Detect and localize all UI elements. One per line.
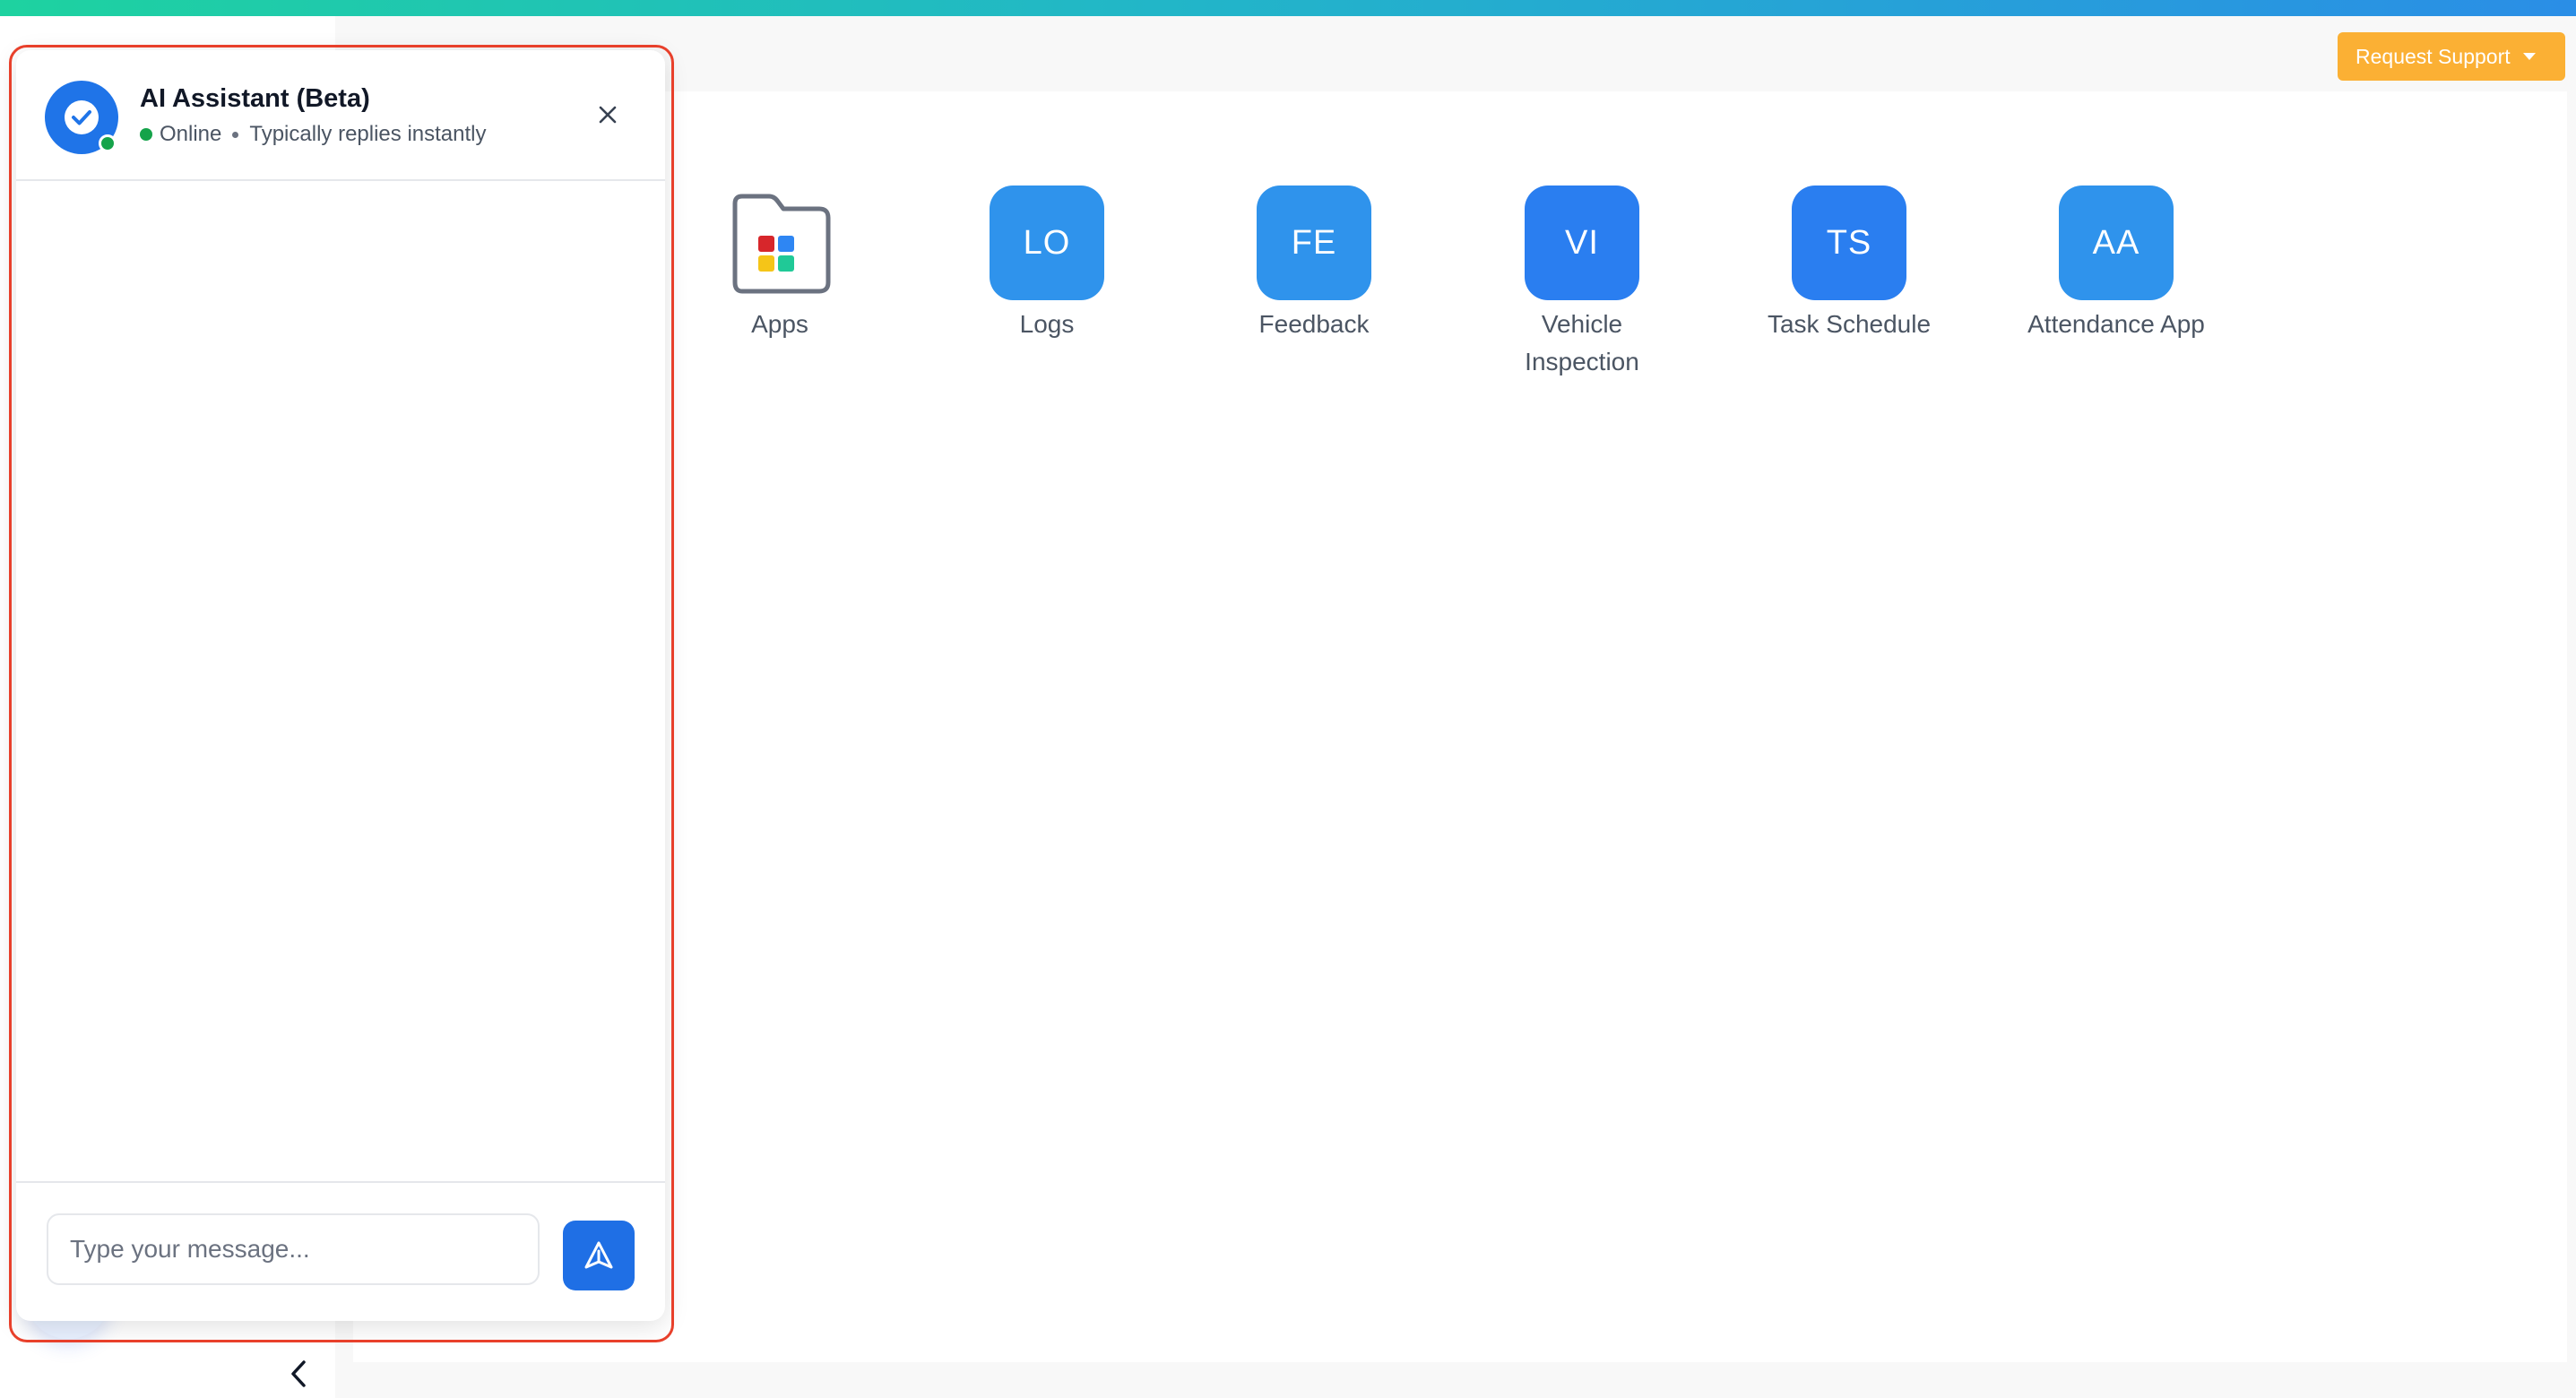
- online-indicator: [99, 134, 117, 152]
- folder-icon: [722, 186, 837, 300]
- sidebar-collapse-button[interactable]: [283, 1351, 314, 1396]
- app-icon-logs: LO: [990, 186, 1104, 300]
- app-icon-task-schedule: TS: [1792, 186, 1906, 300]
- status-detail: Typically replies instantly: [249, 122, 487, 146]
- close-chat-button[interactable]: [590, 97, 626, 133]
- app-tile-feedback[interactable]: FE Feedback: [1206, 186, 1422, 343]
- header-bar: [335, 16, 2576, 91]
- app-tile-task-schedule[interactable]: TS Task Schedule: [1742, 186, 1957, 343]
- send-button[interactable]: [563, 1221, 635, 1290]
- app-initials: AA: [2092, 223, 2140, 262]
- chat-messages-area: [16, 183, 665, 1228]
- app-initials: FE: [1291, 223, 1337, 262]
- status-text: Online: [160, 122, 222, 146]
- app-initials: VI: [1565, 223, 1599, 262]
- message-input[interactable]: [47, 1213, 540, 1285]
- app-tile-label: Attendance App: [2027, 310, 2205, 338]
- chat-input-bar: [16, 1181, 665, 1321]
- app-icon-vehicle-inspection: VI: [1525, 186, 1639, 300]
- ai-assistant-chat-panel: AI Assistant (Beta) Online Typically rep…: [16, 50, 665, 1321]
- app-initials: LO: [1023, 223, 1071, 262]
- app-tile-label: Apps: [751, 310, 808, 338]
- send-icon: [584, 1241, 613, 1269]
- app-tile-label: Task Schedule: [1767, 310, 1932, 338]
- app-icon-feedback: FE: [1257, 186, 1371, 300]
- app-tile-logs[interactable]: LO Logs: [939, 186, 1154, 343]
- app-tile-label: Logs: [1019, 310, 1075, 338]
- app-tile-attendance-app[interactable]: AA Attendance App: [2009, 186, 2224, 343]
- app-icon-attendance-app: AA: [2059, 186, 2174, 300]
- separator-dot: [232, 131, 239, 138]
- chat-header: AI Assistant (Beta) Online Typically rep…: [16, 50, 665, 181]
- request-support-label: Request Support: [2356, 44, 2511, 68]
- app-tile-vehicle-inspection[interactable]: VI Vehicle Inspection: [1474, 186, 1690, 381]
- chat-status: Online Typically replies instantly: [140, 122, 486, 147]
- request-support-button[interactable]: Request Support: [2338, 32, 2565, 81]
- chevron-left-icon: [291, 1360, 306, 1387]
- status-dot: [140, 128, 152, 141]
- app-tile-label: Vehicle Inspection: [1525, 310, 1639, 375]
- app-tile-label: Feedback: [1258, 310, 1370, 338]
- chat-title: AI Assistant (Beta): [140, 84, 370, 113]
- caret-down-icon: [2522, 53, 2536, 60]
- app-launcher-area: Apps LO Logs FE Feedback VI Vehicle Insp…: [353, 91, 2567, 1362]
- check-circle-icon: [65, 100, 99, 134]
- app-tile-apps[interactable]: Apps: [672, 186, 887, 343]
- top-accent-bar: [0, 0, 2576, 16]
- app-initials: TS: [1826, 223, 1872, 262]
- close-icon: [599, 106, 617, 124]
